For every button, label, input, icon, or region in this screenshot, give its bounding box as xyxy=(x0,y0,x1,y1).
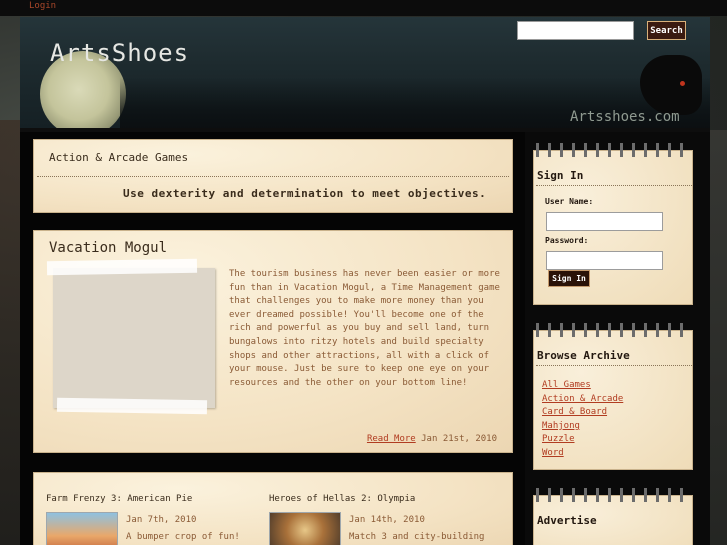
password-label: Password: xyxy=(545,236,589,245)
site-title[interactable]: ArtsShoes xyxy=(50,39,189,67)
game-title[interactable]: Heroes of Hellas 2: Olympia xyxy=(269,494,415,504)
crow-eye-graphic xyxy=(680,81,685,86)
signin-widget: Sign In User Name: Password: Sign In xyxy=(533,143,693,305)
widget-title: Browse Archive xyxy=(537,349,630,362)
post-date: Jan 21st, 2010 xyxy=(421,434,497,444)
divider xyxy=(37,176,509,177)
spiral-binding xyxy=(536,323,690,337)
username-field[interactable] xyxy=(546,212,663,231)
widget-title: Advertise xyxy=(537,514,597,527)
game-date: Jan 7th, 2010 xyxy=(126,515,197,525)
list-item: Farm Frenzy 3: American Pie Jan 7th, 201… xyxy=(46,494,240,545)
username-label: User Name: xyxy=(545,197,594,206)
site-url: Artsshoes.com xyxy=(570,109,680,125)
game-date: Jan 14th, 2010 xyxy=(349,515,425,525)
signin-button[interactable]: Sign In xyxy=(548,270,590,287)
divider xyxy=(536,365,692,366)
category-title: Action & Arcade Games xyxy=(49,151,189,164)
archive-list: All Games Action & Arcade Card & Board M… xyxy=(542,372,623,458)
post-title[interactable]: Vacation Mogul xyxy=(49,240,167,256)
game-title[interactable]: Farm Frenzy 3: American Pie xyxy=(46,494,192,504)
search-button[interactable]: Search xyxy=(647,21,686,40)
password-field[interactable] xyxy=(546,251,663,270)
spiral-binding xyxy=(536,143,690,157)
game-description: Match 3 and city-building xyxy=(349,532,485,542)
category-box: Action & Arcade Games Use dexterity and … xyxy=(33,139,513,213)
search-input[interactable] xyxy=(517,21,634,40)
post-image-placeholder[interactable] xyxy=(53,268,215,408)
list-item: Heroes of Hellas 2: Olympia Jan 14th, 20… xyxy=(269,494,484,545)
top-bar: Login xyxy=(0,0,727,16)
widget-title: Sign In xyxy=(537,169,584,182)
games-list: Farm Frenzy 3: American Pie Jan 7th, 201… xyxy=(33,472,513,545)
archive-link-word[interactable]: Word xyxy=(542,448,564,458)
post-body: The tourism business has never been easi… xyxy=(229,269,500,388)
post-card: Vacation Mogul The tourism business has … xyxy=(33,230,513,453)
read-more-link[interactable]: Read More xyxy=(367,434,416,444)
divider xyxy=(536,185,692,186)
advertise-widget: Advertise xyxy=(533,488,693,545)
spiral-binding xyxy=(536,488,690,502)
post-meta: Read More Jan 21st, 2010 xyxy=(367,434,497,444)
game-thumbnail[interactable] xyxy=(269,512,341,545)
game-description: A bumper crop of fun! xyxy=(126,532,240,542)
login-link[interactable]: Login xyxy=(29,1,56,11)
game-thumbnail[interactable] xyxy=(46,512,118,545)
category-description: Use dexterity and determination to meet … xyxy=(123,187,487,200)
archive-widget: Browse Archive All Games Action & Arcade… xyxy=(533,323,693,470)
